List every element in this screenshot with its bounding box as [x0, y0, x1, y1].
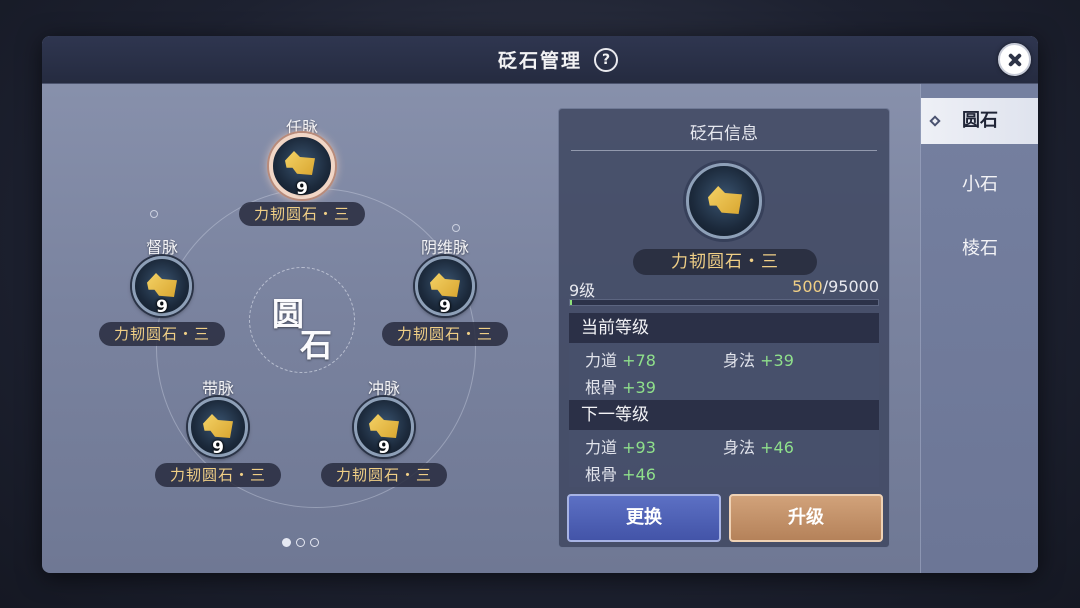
- stone-level-label: 9级: [569, 281, 596, 300]
- stat-label: 力道: [585, 351, 618, 370]
- exp-progress-bar: [569, 299, 879, 306]
- stat-constitution: 根骨 +39: [585, 374, 656, 398]
- stat-label: 身法: [723, 351, 756, 370]
- stone-name: 力韧圆石・三: [321, 463, 447, 487]
- upgrade-button[interactable]: 升级: [729, 494, 883, 542]
- stat-value: +78: [622, 351, 656, 370]
- meridian-label: 督脉: [145, 238, 178, 257]
- slot-ren-meridian[interactable]: 任脉 9 力韧圆石・三: [237, 114, 367, 234]
- stat-row: 根骨 +39: [569, 370, 879, 397]
- stat-label: 根骨: [585, 465, 618, 484]
- stat-row: 力道 +78 身法 +39: [569, 343, 879, 370]
- exp-current: 500: [792, 277, 823, 296]
- info-title: 砭石信息: [690, 124, 758, 144]
- slot-chong-meridian[interactable]: 冲脉 9 力韧圆石・三: [319, 375, 449, 495]
- stone-gem[interactable]: 9: [354, 397, 414, 458]
- stone-type-tabs: 圆石 小石 棱石: [920, 84, 1038, 573]
- meridian-label: 冲脉: [367, 379, 400, 398]
- stat-label: 根骨: [585, 378, 618, 397]
- tab-label: 棱石: [962, 238, 998, 259]
- stone-level: 9: [439, 297, 451, 317]
- tab-label: 圆石: [962, 110, 998, 131]
- stone-name: 力韧圆石・三: [155, 463, 281, 487]
- stat-agility: 身法 +39: [723, 347, 794, 371]
- stone-name: 力韧圆石・三: [239, 202, 365, 226]
- ring-node: [452, 224, 460, 232]
- meridian-label: 带脉: [201, 379, 234, 398]
- stone-level: 9: [296, 179, 308, 199]
- ring-node: [150, 210, 158, 218]
- stone-level: 9: [156, 297, 168, 317]
- help-button[interactable]: ?: [594, 48, 618, 72]
- close-button[interactable]: [998, 43, 1031, 76]
- current-level-header: 当前等级: [569, 313, 879, 343]
- diamond-marker-icon: [929, 115, 941, 127]
- tab-small-stone[interactable]: 小石: [921, 162, 1038, 208]
- selected-stone-name: 力韧圆石・三: [633, 249, 817, 275]
- stat-value: +46: [622, 465, 656, 484]
- stat-strength: 力道 +93: [585, 434, 656, 458]
- stone-icon: [708, 186, 742, 214]
- stat-label: 身法: [723, 438, 756, 457]
- stone-level: 9: [212, 438, 224, 458]
- page-dot[interactable]: [310, 538, 319, 547]
- stone-icon: [430, 273, 460, 297]
- tab-prism-stone[interactable]: 棱石: [921, 226, 1038, 272]
- divider: [571, 150, 877, 151]
- stone-info-panel: 砭石信息 力韧圆石・三 9级 500/95000 当前等级 力道 +78 身法 …: [558, 108, 890, 548]
- exp-text: 500/95000: [792, 277, 879, 296]
- page-indicator: [282, 538, 322, 548]
- stat-label: 力道: [585, 438, 618, 457]
- stat-constitution: 根骨 +46: [585, 461, 656, 485]
- dialog-title: 砭石管理: [497, 50, 582, 72]
- next-level-box: 下一等级 力道 +93 身法 +46 根骨 +46: [569, 400, 879, 487]
- stone-gem[interactable]: 9: [132, 256, 192, 317]
- stone-gem[interactable]: 9: [269, 133, 335, 199]
- stat-value: +39: [622, 378, 656, 397]
- stat-agility: 身法 +46: [723, 434, 794, 458]
- replace-button[interactable]: 更换: [567, 494, 721, 542]
- stat-row: 力道 +93 身法 +46: [569, 430, 879, 457]
- exp-progress-fill: [570, 300, 572, 305]
- stat-value: +93: [622, 438, 656, 457]
- stone-icon: [285, 151, 315, 175]
- stone-gem[interactable]: 9: [188, 397, 248, 458]
- slot-yinwei-meridian[interactable]: 阴维脉 9 力韧圆石・三: [380, 234, 510, 354]
- exp-max: /95000: [822, 277, 879, 296]
- tab-round-stone[interactable]: 圆石: [921, 98, 1038, 144]
- slot-du-meridian[interactable]: 督脉 9 力韧圆石・三: [97, 234, 227, 354]
- meridian-label: 阴维脉: [420, 238, 469, 257]
- stone-name: 力韧圆石・三: [382, 322, 508, 346]
- center-char-2: 石: [300, 326, 333, 364]
- page-dot[interactable]: [296, 538, 305, 547]
- next-level-header: 下一等级: [569, 400, 879, 430]
- stone-name: 力韧圆石・三: [99, 322, 225, 346]
- stone-level: 9: [378, 438, 390, 458]
- selected-stone-gem: [686, 163, 762, 239]
- stat-value: +39: [760, 351, 794, 370]
- current-level-box: 当前等级 力道 +78 身法 +39 根骨 +39: [569, 313, 879, 400]
- meridian-circle: 圆 石 任脉 9 力韧圆石・三 督脉 9 力韧圆石・三 阴维脉 9 力韧圆石・三…: [42, 84, 552, 573]
- tab-label: 小石: [962, 174, 998, 195]
- stone-icon: [203, 414, 233, 438]
- dialog-titlebar: 砭石管理 ?: [42, 36, 1038, 84]
- slot-dai-meridian[interactable]: 带脉 9 力韧圆石・三: [153, 375, 283, 495]
- stone-icon: [147, 273, 177, 297]
- page-dot-active[interactable]: [282, 538, 291, 547]
- stone-icon: [369, 414, 399, 438]
- stat-row: 根骨 +46: [569, 457, 879, 484]
- stat-strength: 力道 +78: [585, 347, 656, 371]
- stat-value: +46: [760, 438, 794, 457]
- stone-gem[interactable]: 9: [415, 256, 475, 317]
- bian-stone-dialog: 砭石管理 ? 圆 石 任脉 9 力韧圆石・三 督脉 9 力韧圆石・三 阴维脉 9…: [42, 36, 1038, 573]
